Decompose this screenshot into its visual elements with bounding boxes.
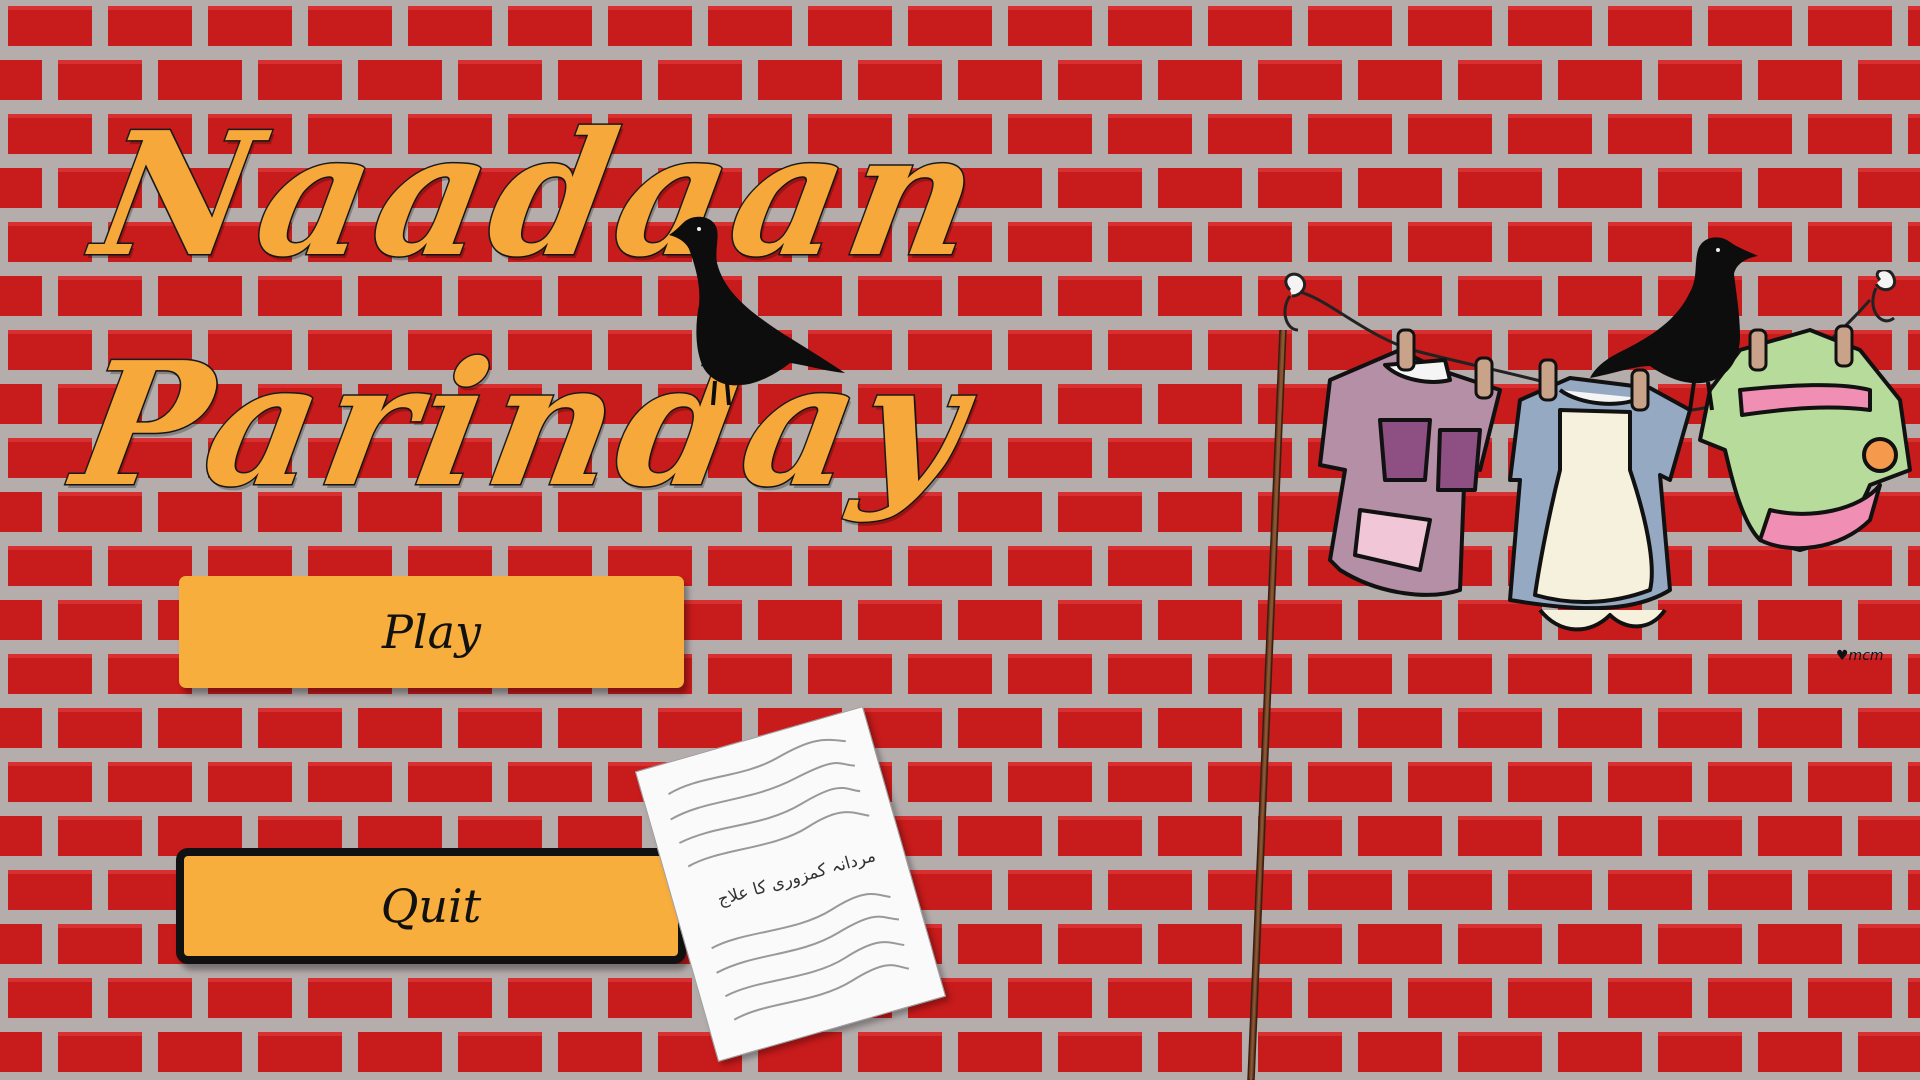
- play-button[interactable]: Play: [179, 576, 684, 688]
- pigeon-icon: [669, 216, 845, 406]
- quit-button[interactable]: Quit: [176, 848, 686, 964]
- pigeon-icon: [1590, 237, 1758, 411]
- main-menu-screen: Naadaan Parinday Play Quit مردانہ کمزوری…: [0, 0, 1920, 1080]
- game-title-line-1: Naadaan: [81, 94, 1000, 297]
- artist-signature: ♥mcm: [1836, 648, 1884, 664]
